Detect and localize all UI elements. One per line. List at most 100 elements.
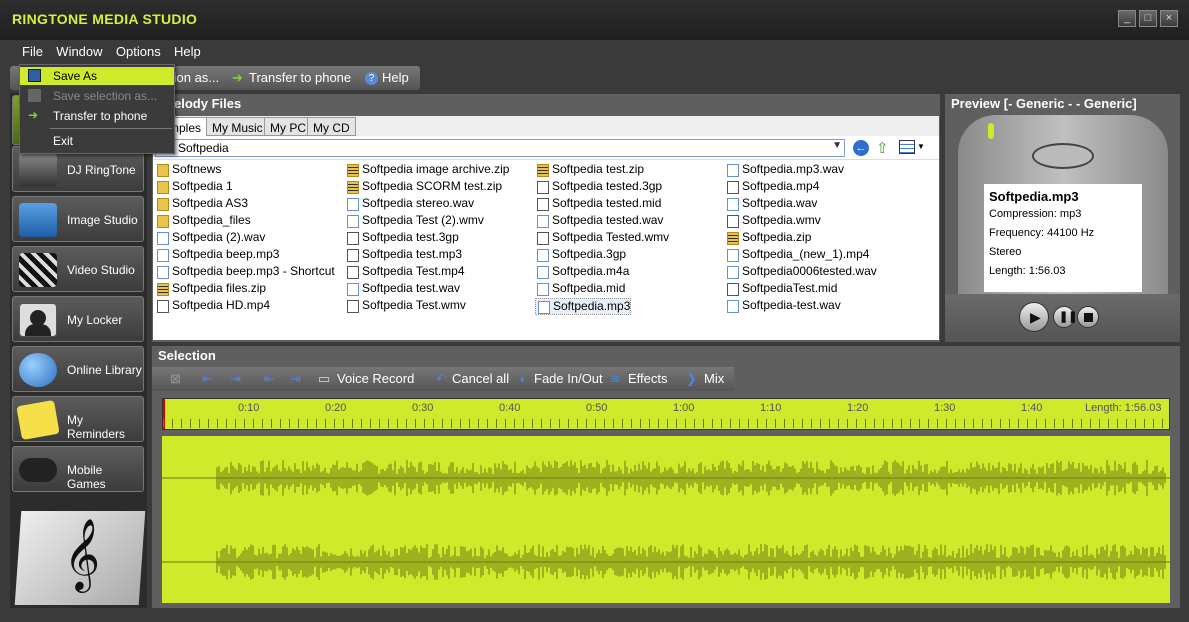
file-item[interactable]: Softpedia image archive.zip bbox=[345, 162, 509, 179]
delete-icon[interactable]: ⊠ bbox=[170, 371, 181, 387]
sidebar-item-mobile-games[interactable]: Mobile Games bbox=[12, 446, 144, 492]
tab-my-pc[interactable]: My PC bbox=[264, 117, 312, 136]
file-item[interactable]: Softpedia 1 bbox=[155, 179, 233, 196]
path-combobox[interactable]: Softpedia ▼ bbox=[155, 139, 845, 157]
maximize-button[interactable]: □ bbox=[1139, 10, 1157, 27]
timeline-ruler[interactable]: 0:10 0:20 0:30 0:40 0:50 1:00 1:10 1:20 … bbox=[162, 398, 1170, 430]
title-bar: RINGTONE MEDIA STUDIO _ □ × bbox=[0, 0, 1189, 40]
file-item[interactable]: Softpedia test.mp3 bbox=[345, 247, 462, 264]
voice-record-button[interactable]: Voice Record bbox=[337, 371, 414, 386]
save-selection-button[interactable]: tion as... bbox=[170, 70, 219, 85]
file-name: Softpedia_files bbox=[172, 213, 251, 227]
sidebar-item-my-reminders[interactable]: My Reminders bbox=[12, 396, 144, 442]
file-item[interactable]: Softpedia beep.mp3 bbox=[155, 247, 279, 264]
sidebar-item-my-locker[interactable]: My Locker bbox=[12, 296, 144, 342]
timeline-tick: 0:40 bbox=[499, 402, 521, 414]
file-item[interactable]: Softpedia Test (2).wmv bbox=[345, 213, 484, 230]
stop-button[interactable] bbox=[1077, 306, 1099, 328]
transfer-to-phone-button[interactable]: Transfer to phone bbox=[249, 70, 351, 85]
menu-options[interactable]: Options bbox=[116, 44, 161, 59]
preview-compression: Compression: mp3 bbox=[989, 208, 1082, 220]
file-item[interactable]: Softpedia test.wav bbox=[345, 281, 460, 298]
file-name: Softpedia.mp3.wav bbox=[742, 162, 845, 176]
file-item[interactable]: Softpedia test.3gp bbox=[345, 230, 459, 247]
file-item[interactable]: Softpedia (2).wav bbox=[155, 230, 265, 247]
file-item[interactable]: Softpedia.wav bbox=[725, 196, 817, 213]
audio-file-icon bbox=[537, 215, 549, 228]
file-item[interactable]: Softpedia.mp3.wav bbox=[725, 162, 844, 179]
clapper-icon bbox=[19, 253, 57, 287]
effects-button[interactable]: Effects bbox=[628, 371, 668, 386]
sidebar-item-image-studio[interactable]: Image Studio bbox=[12, 196, 144, 242]
file-item[interactable]: Softpedia.m4a bbox=[535, 264, 629, 281]
trim-right-icon[interactable]: ⇥ bbox=[230, 371, 241, 387]
file-item[interactable]: Softpedia beep.mp3 - Shortcut bbox=[155, 264, 335, 281]
file-item[interactable]: SoftpediaTest.mid bbox=[725, 281, 837, 298]
file-item[interactable]: Softpedia.3gp bbox=[535, 247, 626, 264]
close-button[interactable]: × bbox=[1160, 10, 1178, 27]
help-icon: ? bbox=[365, 72, 378, 85]
file-item[interactable]: Softpedia_files bbox=[155, 213, 251, 230]
file-item[interactable]: Softpedia Test.wmv bbox=[345, 298, 466, 315]
file-item[interactable]: Softpedia AS3 bbox=[155, 196, 248, 213]
sidebar-item-video-studio[interactable]: Video Studio bbox=[12, 246, 144, 292]
file-item[interactable]: Softpedia tested.3gp bbox=[535, 179, 662, 196]
help-button[interactable]: Help bbox=[382, 70, 409, 85]
trim-left-icon[interactable]: ⇤ bbox=[202, 371, 213, 387]
file-item[interactable]: Softpedia SCORM test.zip bbox=[345, 179, 502, 196]
up-folder-icon[interactable]: ⇧ bbox=[876, 139, 889, 157]
select-right-icon[interactable]: ⇥ bbox=[290, 371, 301, 387]
file-item[interactable]: Softpedia.mp3 bbox=[535, 298, 632, 315]
menu-item-save-as[interactable]: Save As bbox=[20, 67, 174, 85]
file-item[interactable]: Softpedia tested.wav bbox=[535, 213, 663, 230]
back-icon[interactable]: ← bbox=[853, 140, 869, 156]
view-mode-icon[interactable] bbox=[899, 140, 915, 154]
waveform-area[interactable] bbox=[162, 436, 1170, 603]
minimize-button[interactable]: _ bbox=[1118, 10, 1136, 27]
tab-my-music[interactable]: My Music bbox=[206, 117, 269, 136]
zip-file-icon bbox=[347, 164, 359, 177]
file-item[interactable]: Softpedia.mid bbox=[535, 281, 625, 298]
play-button[interactable]: ▶ bbox=[1019, 302, 1049, 332]
file-item[interactable]: Softpedia0006tested.wav bbox=[725, 264, 877, 281]
audio-file-icon bbox=[537, 266, 549, 279]
folder-file-icon bbox=[157, 181, 169, 194]
file-item[interactable]: Softpedia.zip bbox=[725, 230, 811, 247]
menu-item-save-selection[interactable]: Save selection as... bbox=[20, 87, 174, 105]
file-name: Softpedia beep.mp3 - Shortcut bbox=[172, 264, 335, 278]
file-item[interactable]: Softpedia test.zip bbox=[535, 162, 644, 179]
timeline-tick: 1:30 bbox=[934, 402, 956, 414]
menu-window[interactable]: Window bbox=[56, 44, 102, 59]
select-left-icon[interactable]: ⇤ bbox=[264, 371, 275, 387]
file-item[interactable]: Softpedia.wmv bbox=[725, 213, 821, 230]
file-item[interactable]: Softpedia HD.mp4 bbox=[155, 298, 270, 315]
video-file-icon bbox=[347, 249, 359, 262]
menu-file[interactable]: File bbox=[22, 44, 43, 59]
sidebar-item-online-library[interactable]: Online Library bbox=[12, 346, 144, 392]
file-item[interactable]: Softpedia-test.wav bbox=[725, 298, 841, 315]
menu-item-transfer-to-phone[interactable]: ➜ Transfer to phone bbox=[20, 107, 174, 125]
cancel-all-button[interactable]: Cancel all bbox=[452, 371, 509, 386]
fade-button[interactable]: Fade In/Out bbox=[534, 371, 603, 386]
tab-bar: mples My Music My PC My CD bbox=[153, 116, 939, 136]
file-item[interactable]: Softpedia.mp4 bbox=[725, 179, 819, 196]
file-item[interactable]: Softpedia_(new_1).mp4 bbox=[725, 247, 869, 264]
file-item[interactable]: Softnews bbox=[155, 162, 221, 179]
file-item[interactable]: Softpedia Tested.wmv bbox=[535, 230, 669, 247]
image-icon bbox=[19, 203, 57, 237]
menu-item-exit[interactable]: Exit bbox=[20, 132, 174, 150]
chevron-down-icon[interactable]: ▼ bbox=[917, 142, 925, 151]
file-item[interactable]: Softpedia Test.mp4 bbox=[345, 264, 465, 281]
waveform-svg bbox=[162, 460, 1170, 580]
file-item[interactable]: Softpedia stereo.wav bbox=[345, 196, 474, 213]
mix-button[interactable]: Mix bbox=[704, 371, 724, 386]
menu-help[interactable]: Help bbox=[174, 44, 201, 59]
audio-file-icon bbox=[727, 266, 739, 279]
tab-my-cd[interactable]: My CD bbox=[307, 117, 356, 136]
preview-length: Length: 1:56.03 bbox=[989, 265, 1066, 277]
audio-file-icon bbox=[537, 249, 549, 262]
file-item[interactable]: Softpedia tested.mid bbox=[535, 196, 661, 213]
pause-button[interactable]: ❚❚ bbox=[1053, 306, 1077, 328]
file-item[interactable]: Softpedia files.zip bbox=[155, 281, 266, 298]
treble-clef-icon: 𝄞 bbox=[61, 517, 104, 590]
